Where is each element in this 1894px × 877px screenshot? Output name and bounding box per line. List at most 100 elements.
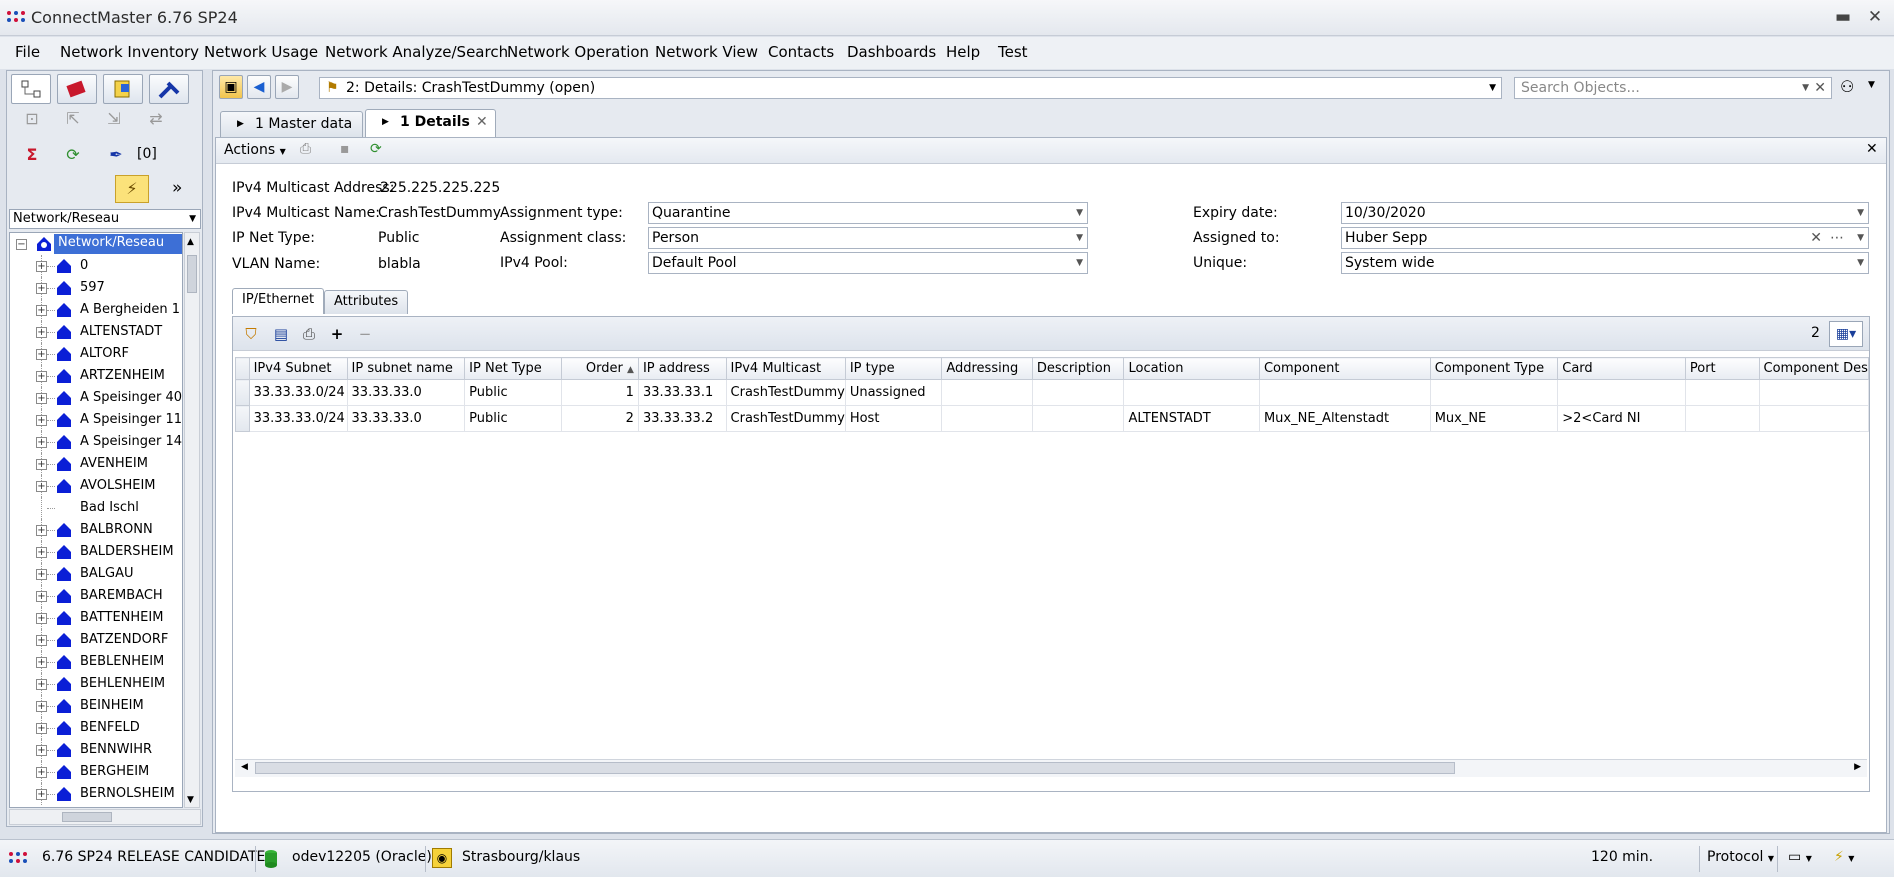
- close-details-icon[interactable]: ✕: [1866, 141, 1878, 157]
- subtab-ip-ethernet[interactable]: IP/Ethernet: [232, 288, 325, 314]
- table-cell[interactable]: CrashTestDummy: [725, 405, 846, 432]
- expand-icon[interactable]: +: [36, 569, 47, 580]
- tree-item[interactable]: + BEHLENHEIM: [10, 673, 182, 695]
- column-header[interactable]: IPv4 Subnet: [248, 357, 348, 380]
- expand-icon[interactable]: +: [36, 437, 47, 448]
- table-cell[interactable]: >2<Card NI: [1557, 405, 1686, 432]
- search-options-icon[interactable]: ▼: [1868, 80, 1875, 90]
- expand-icon[interactable]: +: [36, 481, 47, 492]
- clear-assigned-icon[interactable]: ✕: [1810, 228, 1822, 248]
- scroll-right-icon[interactable]: ▶: [1854, 762, 1861, 772]
- menu-file[interactable]: File: [15, 43, 40, 61]
- move-up-icon[interactable]: ⇱: [60, 108, 86, 130]
- menu-help[interactable]: Help: [946, 43, 980, 61]
- tree-horizontal-scrollbar[interactable]: [9, 809, 201, 825]
- table-cell[interactable]: 33.33.33.1: [637, 379, 727, 406]
- layout-menu[interactable]: ▭ ▼: [1788, 849, 1812, 865]
- expand-icon[interactable]: +: [36, 591, 47, 602]
- table-cell[interactable]: [1123, 379, 1260, 406]
- table-cell[interactable]: CrashTestDummy: [725, 379, 846, 406]
- clear-search-icon[interactable]: ✕: [1814, 78, 1826, 98]
- expand-icon[interactable]: +: [36, 613, 47, 624]
- column-header[interactable]: IP Net Type: [464, 357, 562, 380]
- column-header[interactable]: Card: [1557, 357, 1686, 380]
- tab-components[interactable]: [57, 74, 97, 104]
- table-cell[interactable]: [1429, 379, 1559, 406]
- location-combo[interactable]: ⚑ 2: Details: CrashTestDummy (open) ▼: [319, 77, 1502, 99]
- table-cell[interactable]: 33.33.33.0/24: [248, 379, 348, 406]
- column-header[interactable]: IPv4 Multicast: [725, 357, 846, 380]
- tab-connections[interactable]: [149, 74, 189, 104]
- subtab-attributes[interactable]: Attributes: [324, 290, 409, 314]
- tree-item[interactable]: + BATTENHEIM: [10, 607, 182, 629]
- table-cell[interactable]: Public: [464, 379, 562, 406]
- assigned-to-field[interactable]: Huber Sepp ✕ ⋯ ▼: [1341, 227, 1869, 249]
- assignment-class-select[interactable]: Person ▼: [648, 227, 1088, 249]
- tree-item[interactable]: + AVOLSHEIM: [10, 475, 182, 497]
- refresh-icon[interactable]: ⟳: [60, 144, 86, 166]
- table-cell[interactable]: [1684, 405, 1760, 432]
- export-icon[interactable]: ▤: [269, 323, 293, 345]
- menu-network-usage[interactable]: Network Usage: [204, 43, 318, 61]
- table-cell[interactable]: Mux_NE_Altenstadt: [1258, 405, 1431, 432]
- lightning-button[interactable]: ⚡: [115, 175, 149, 203]
- menu-dashboards[interactable]: Dashboards: [847, 43, 936, 61]
- actions-menu[interactable]: Actions ▼: [224, 142, 286, 158]
- column-header[interactable]: Order ▲: [560, 357, 639, 380]
- column-header[interactable]: Location: [1123, 357, 1260, 380]
- table-cell[interactable]: 33.33.33.0: [346, 379, 466, 406]
- tree-item[interactable]: + BERGHEIM: [10, 761, 182, 783]
- table-cell[interactable]: [1758, 379, 1869, 406]
- column-header[interactable]: Component: [1258, 357, 1431, 380]
- column-header[interactable]: Component Type: [1429, 357, 1559, 380]
- expand-icon[interactable]: +: [36, 789, 47, 800]
- window-list-button[interactable]: ▣: [219, 75, 243, 99]
- tree-item[interactable]: + ALTORF: [10, 343, 182, 365]
- table-cell[interactable]: [1258, 379, 1431, 406]
- table-cell[interactable]: 33.33.33.0: [346, 405, 466, 432]
- tree-item[interactable]: + ARTZENHEIM: [10, 365, 182, 387]
- restore-button[interactable]: [1832, 6, 1858, 28]
- scroll-left-icon[interactable]: ◀: [241, 762, 248, 772]
- protocol-menu[interactable]: Protocol ▼: [1707, 849, 1774, 865]
- expand-icon[interactable]: +: [36, 283, 47, 294]
- tree-item[interactable]: + ALTENSTADT: [10, 321, 182, 343]
- menu-contacts[interactable]: Contacts: [768, 43, 834, 61]
- row-selector[interactable]: [235, 405, 250, 432]
- tree-item[interactable]: + BENNWIHR: [10, 739, 182, 761]
- save-icon[interactable]: ▪: [340, 141, 350, 157]
- tree-item[interactable]: + BALGAU: [10, 563, 182, 585]
- column-header[interactable]: Description: [1031, 357, 1125, 380]
- menu-network-analyze-search[interactable]: Network Analyze/Search: [325, 43, 508, 61]
- back-button[interactable]: ◀: [247, 75, 271, 99]
- assignment-type-select[interactable]: Quarantine ▼: [648, 202, 1088, 224]
- tree-hscroll-thumb[interactable]: [62, 812, 112, 822]
- table-cell[interactable]: 1: [560, 379, 639, 406]
- ipv4-pool-select[interactable]: Default Pool ▼: [648, 252, 1088, 274]
- table-cell[interactable]: 2: [560, 405, 639, 432]
- move-down-icon[interactable]: ⇄: [143, 108, 169, 130]
- column-header[interactable]: Component Des: [1758, 357, 1869, 380]
- table-cell[interactable]: Unassigned: [844, 379, 943, 406]
- table-cell[interactable]: 33.33.33.0/24: [248, 405, 348, 432]
- remove-row-icon[interactable]: −: [353, 323, 377, 345]
- table-row[interactable]: 33.33.33.0/24 33.33.33.0 Public 2 33.33.33.2…: [235, 405, 1869, 432]
- panel-splitter[interactable]: [205, 70, 211, 827]
- table-cell[interactable]: [941, 405, 1033, 432]
- expand-icon[interactable]: +: [36, 723, 47, 734]
- column-header[interactable]: IP address: [637, 357, 727, 380]
- tree-vertical-scrollbar[interactable]: ▲ ▼: [184, 232, 200, 808]
- tree-item[interactable]: + BAREMBACH: [10, 585, 182, 607]
- link-child-icon[interactable]: ⊡: [19, 108, 45, 130]
- row-selector[interactable]: [235, 379, 250, 406]
- table-cell[interactable]: [941, 379, 1033, 406]
- expand-icon[interactable]: +: [36, 305, 47, 316]
- column-chooser-button[interactable]: ▦▾: [1829, 321, 1863, 347]
- tree-item[interactable]: + A Speisinger 113: [10, 409, 182, 431]
- tree-item[interactable]: + BEINHEIM: [10, 695, 182, 717]
- tree-item[interactable]: + BEBLENHEIM: [10, 651, 182, 673]
- expand-icon[interactable]: +: [36, 635, 47, 646]
- tree-item[interactable]: + A Speisinger 40: [10, 387, 182, 409]
- network-selector[interactable]: Network/Reseau ▼: [9, 209, 201, 229]
- grid-horizontal-scrollbar[interactable]: ◀ ▶: [235, 759, 1867, 777]
